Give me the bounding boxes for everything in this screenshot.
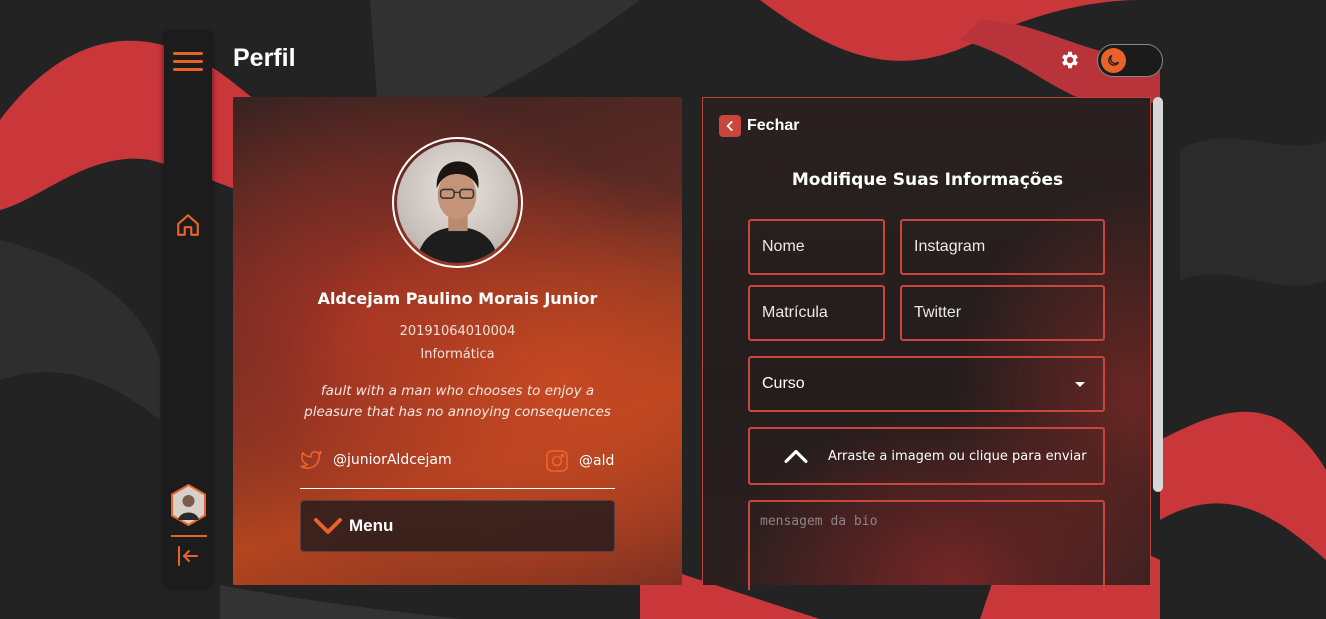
bio-field[interactable] [748, 500, 1105, 590]
upload-label: Arraste a imagem ou clique para enviar [828, 448, 1087, 464]
page-title: Perfil [233, 44, 296, 72]
instagram-icon [546, 450, 568, 472]
close-button[interactable]: Fechar [719, 115, 799, 137]
avatar[interactable] [170, 483, 207, 527]
sidebar-divider [171, 535, 207, 537]
chevron-down-icon [314, 518, 342, 534]
chevron-up-icon [784, 449, 808, 463]
card-divider [300, 488, 615, 489]
profile-course: Informática [420, 347, 495, 362]
image-upload[interactable]: Arraste a imagem ou clique para enviar [748, 427, 1105, 485]
instagram-field[interactable] [900, 219, 1105, 275]
twitter-handle: @juniorAldcejam [333, 452, 452, 468]
theme-toggle[interactable] [1097, 44, 1163, 77]
profile-registration: 20191064010004 [399, 324, 516, 339]
edit-panel: Fechar Modifique Suas Informações Curso … [702, 97, 1151, 590]
profile-avatar [392, 137, 523, 268]
menu-icon[interactable] [173, 52, 203, 74]
chevron-left-icon [719, 115, 741, 137]
menu-button[interactable]: Menu [300, 500, 615, 552]
close-label: Fechar [747, 117, 800, 134]
twitter-link[interactable]: @juniorAldcejam [299, 449, 452, 471]
instagram-link[interactable]: @ald [545, 449, 614, 473]
form-title: Modifique Suas Informações [791, 170, 1064, 190]
menu-label: Menu [349, 516, 394, 535]
home-icon[interactable] [175, 212, 201, 238]
sidebar [164, 32, 212, 587]
course-select-value: Curso [762, 375, 805, 392]
logout-icon[interactable] [176, 544, 200, 568]
name-field[interactable] [748, 219, 885, 275]
profile-name: Aldcejam Paulino Morais Junior [317, 289, 598, 308]
twitter-icon [300, 450, 322, 470]
registration-field[interactable] [748, 285, 885, 341]
profile-card: Aldcejam Paulino Morais Junior 201910640… [233, 97, 682, 585]
twitter-field[interactable] [900, 285, 1105, 341]
course-select[interactable]: Curso [748, 356, 1105, 412]
instagram-handle: @ald [579, 453, 615, 469]
profile-bio: fault with a man who chooses to enjoy a … [304, 383, 611, 420]
gear-icon[interactable] [1059, 49, 1081, 71]
caret-down-icon [1075, 381, 1085, 387]
moon-icon [1101, 48, 1126, 73]
scrollbar[interactable] [1150, 97, 1164, 585]
scrollbar-thumb[interactable] [1153, 97, 1163, 492]
